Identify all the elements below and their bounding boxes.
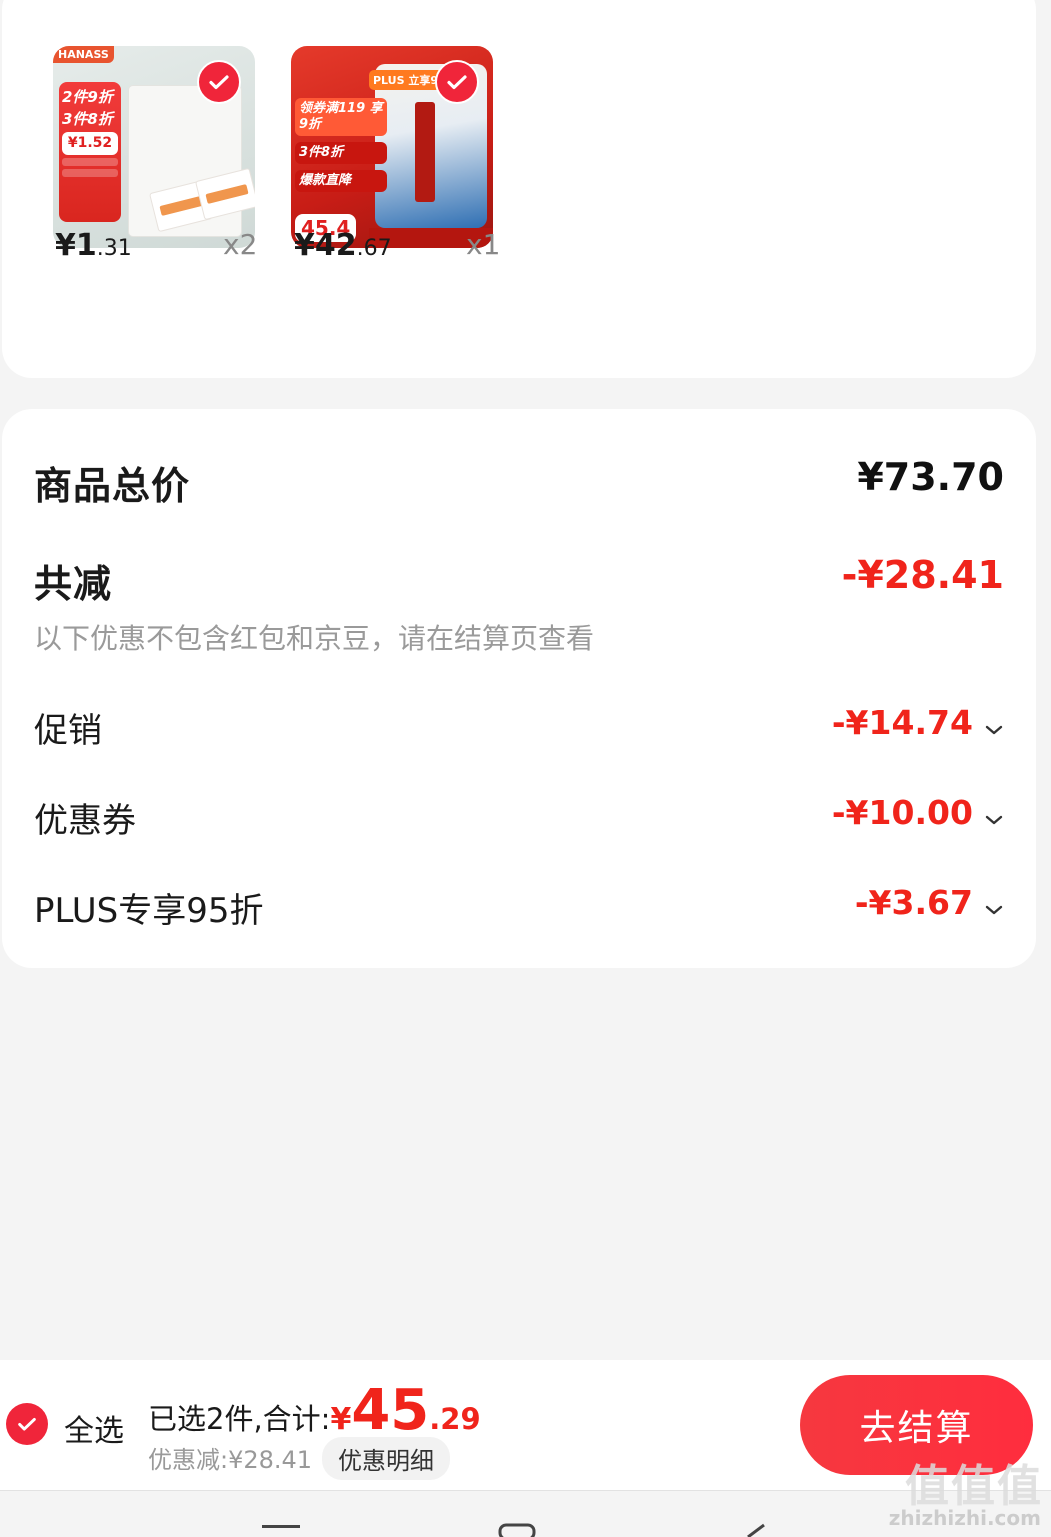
promotion-value-wrap[interactable]: -¥14.74 bbox=[832, 703, 1004, 742]
plus-discount-row[interactable]: PLUS专享95折 -¥3.67 bbox=[34, 883, 1004, 931]
select-all-checkbox[interactable] bbox=[6, 1403, 48, 1445]
chevron-down-icon[interactable] bbox=[984, 813, 1004, 827]
select-all-label[interactable]: 全选 bbox=[64, 1406, 124, 1450]
promo-overlay: 领券满119 享9折 3件8折 爆款直降 bbox=[295, 98, 387, 192]
total-reduction-row: 共减 -¥28.41 bbox=[34, 553, 1004, 606]
promo-line: 3件8折 bbox=[295, 142, 387, 164]
total-prefix: 已选2件,合计: bbox=[148, 1402, 331, 1436]
checkmark-icon[interactable] bbox=[197, 60, 241, 104]
total-price-row: 商品总价 ¥73.70 bbox=[34, 455, 1004, 508]
coupon-row[interactable]: 优惠券 -¥10.00 bbox=[34, 793, 1004, 841]
total-price-label: 商品总价 bbox=[34, 464, 191, 508]
promotion-value: -¥14.74 bbox=[831, 703, 973, 742]
total-reduction-value: -¥28.41 bbox=[841, 553, 1004, 597]
total-integer: 45 bbox=[351, 1378, 430, 1443]
home-icon[interactable] bbox=[498, 1523, 536, 1537]
discount-summary: 优惠减:¥28.41 bbox=[148, 1446, 313, 1474]
selected-products-card: HANASS 2件9折 3件8折 ¥1.52 ¥1.31 x2 PLUS 立享9… bbox=[2, 0, 1036, 378]
promo-line: 2件9折 bbox=[62, 88, 113, 106]
checkmark-icon[interactable] bbox=[435, 60, 479, 104]
checkout-bar: 全选 已选2件,合计:¥45.29 优惠减:¥28.41 优惠明细 去结算 bbox=[0, 1360, 1051, 1490]
promo-line: 3件8折 bbox=[62, 110, 113, 128]
product-item[interactable]: HANASS 2件9折 3件8折 ¥1.52 bbox=[53, 46, 255, 248]
promo-line: 领券满119 享9折 bbox=[295, 98, 387, 136]
back-icon[interactable] bbox=[742, 1523, 768, 1537]
promotion-label: 促销 bbox=[34, 711, 102, 751]
checkmark-icon bbox=[18, 1417, 36, 1431]
discount-note-row: 以下优惠不包含红包和京豆，请在结算页查看 bbox=[34, 617, 1004, 657]
product-thumbnail[interactable]: HANASS 2件9折 3件8折 ¥1.52 bbox=[53, 46, 255, 248]
total-decimal: .29 bbox=[429, 1402, 481, 1436]
chevron-down-icon[interactable] bbox=[984, 903, 1004, 917]
menu-icon[interactable] bbox=[262, 1523, 300, 1537]
product-thumbnail[interactable]: PLUS 立享95折 领券满119 享9折 3件8折 爆款直降 45.4 bbox=[291, 46, 493, 248]
promotion-row[interactable]: 促销 -¥14.74 bbox=[34, 703, 1004, 751]
total-currency: ¥ bbox=[330, 1402, 352, 1437]
plus-discount-value: -¥3.67 bbox=[854, 883, 973, 922]
promo-line: 爆款直降 bbox=[295, 170, 387, 192]
product-quantity: x1 bbox=[466, 228, 501, 261]
coupon-value-wrap[interactable]: -¥10.00 bbox=[832, 793, 1004, 832]
rice-bag-label bbox=[415, 102, 435, 202]
watermark-url: zhizhizhi.com bbox=[888, 1506, 1041, 1530]
total-reduction-label: 共减 bbox=[34, 562, 113, 606]
promo-overlay: 2件9折 3件8折 ¥1.52 bbox=[59, 82, 121, 222]
watermark-logo: 值值值 bbox=[905, 1461, 1043, 1512]
product-quantity: x2 bbox=[223, 228, 258, 261]
product-price: ¥42.67 bbox=[294, 228, 392, 263]
coupon-label: 优惠券 bbox=[34, 801, 136, 841]
product-item[interactable]: PLUS 立享95折 领券满119 享9折 3件8折 爆款直降 45.4 bbox=[291, 46, 493, 248]
discount-note: 以下优惠不包含红包和京豆，请在结算页查看 bbox=[34, 622, 595, 655]
discount-detail-button[interactable]: 优惠明细 bbox=[322, 1437, 450, 1480]
promo-price: ¥1.52 bbox=[62, 132, 118, 155]
order-total: 已选2件,合计:¥45.29 bbox=[148, 1378, 481, 1443]
total-price-value: ¥73.70 bbox=[857, 455, 1004, 499]
brand-tag: HANASS bbox=[53, 46, 114, 63]
product-price: ¥1.31 bbox=[55, 228, 132, 263]
price-summary-card: 商品总价 ¥73.70 共减 -¥28.41 以下优惠不包含红包和京豆，请在结算… bbox=[2, 409, 1036, 968]
plus-discount-label: PLUS专享95折 bbox=[34, 891, 264, 931]
chevron-down-icon[interactable] bbox=[984, 723, 1004, 737]
plus-discount-value-wrap[interactable]: -¥3.67 bbox=[855, 883, 1004, 922]
coupon-value: -¥10.00 bbox=[831, 793, 973, 832]
